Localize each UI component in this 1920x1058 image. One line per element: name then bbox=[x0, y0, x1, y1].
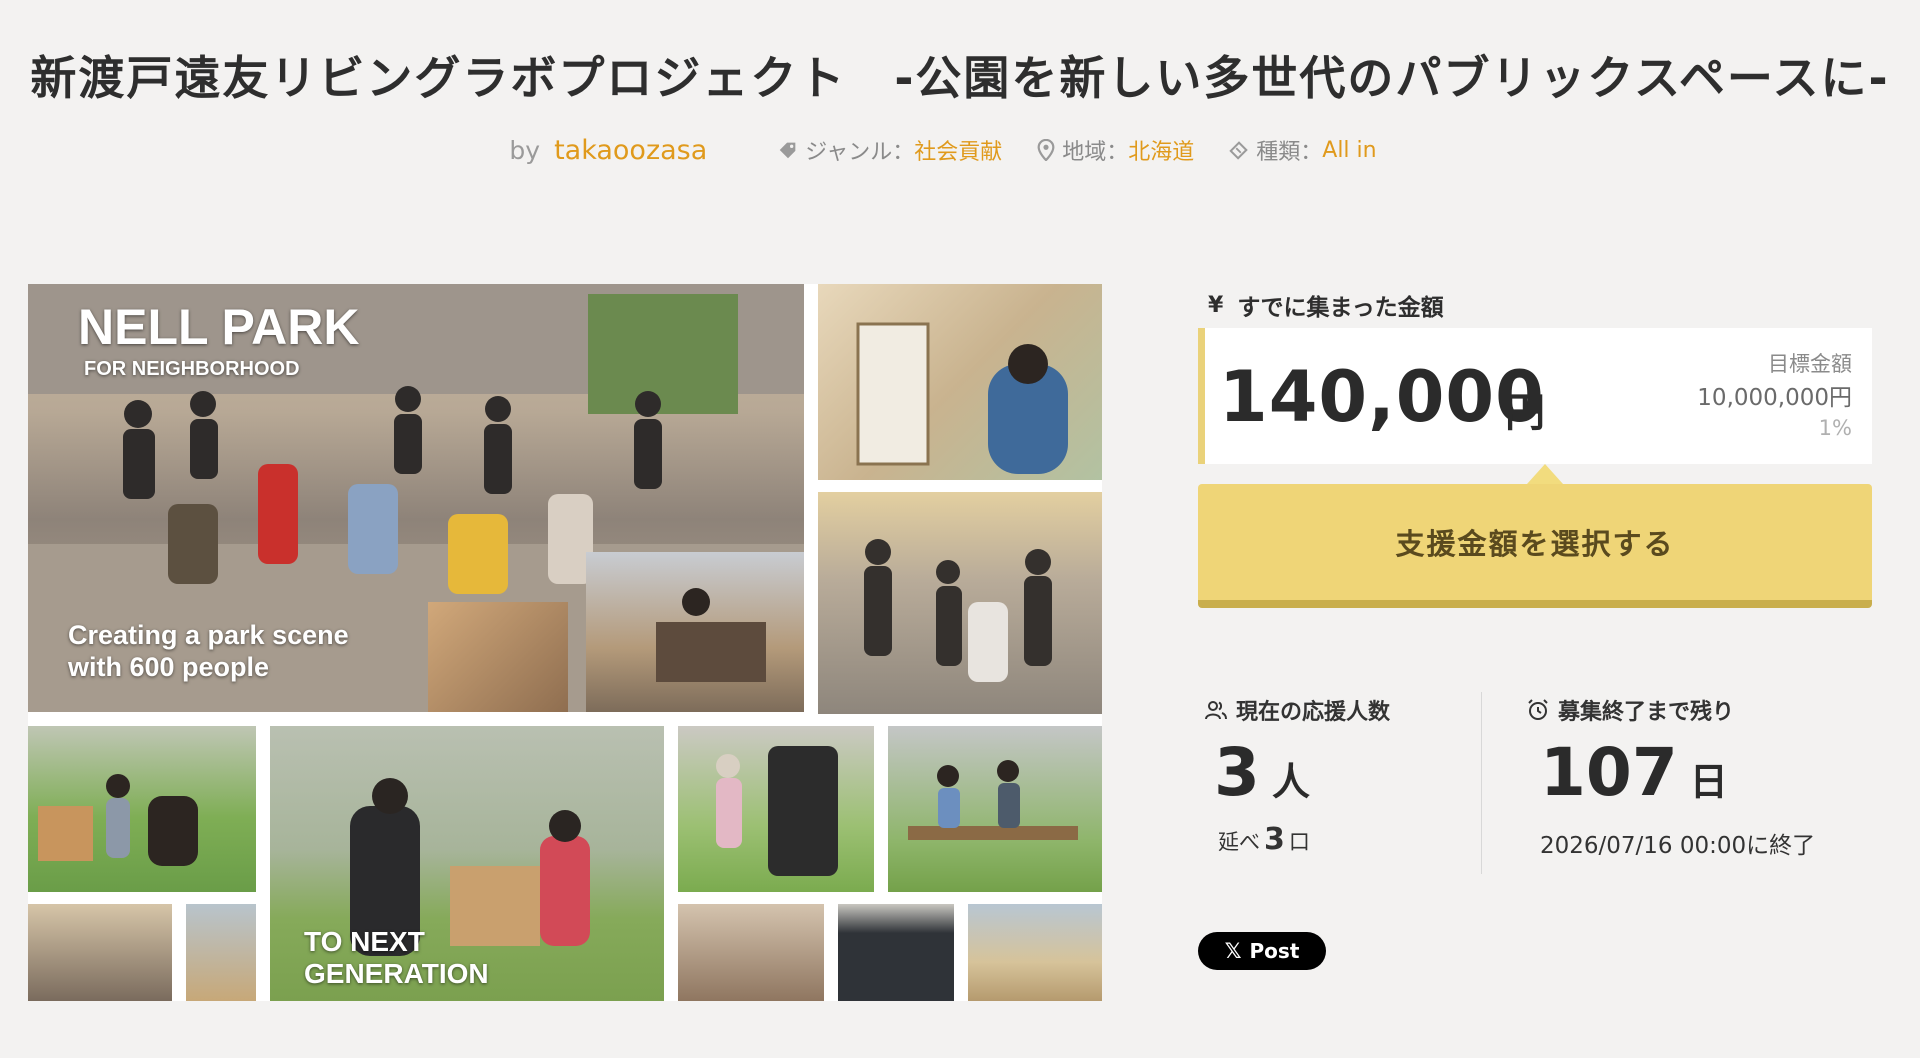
remaining-days-number: 107 bbox=[1540, 734, 1678, 811]
author-link[interactable]: takaoozasa bbox=[554, 135, 707, 166]
ticket-icon bbox=[1229, 141, 1249, 160]
goal-amount: 10,000,000円 bbox=[1697, 385, 1852, 411]
genre-value[interactable]: 社会貢献 bbox=[914, 134, 1002, 166]
caption-nell-park: NELL PARK bbox=[78, 299, 360, 355]
stats-divider bbox=[1481, 692, 1482, 874]
photo-stroller bbox=[28, 904, 172, 1001]
raised-amount: 140,000 bbox=[1219, 356, 1545, 438]
bench-illustration bbox=[908, 760, 1078, 840]
supporters-total: 延べ 3 口 bbox=[1218, 822, 1310, 857]
photo-wooden-blocks: TO NEXT GENERATION bbox=[270, 726, 664, 1001]
drum-illustration bbox=[716, 746, 838, 876]
photo-crafting-table bbox=[678, 904, 824, 1001]
region-label: 地域： bbox=[1062, 140, 1129, 165]
photo-chalk-drum bbox=[678, 726, 874, 892]
type-tag[interactable]: 種類： All in bbox=[1228, 134, 1377, 166]
tag-icon bbox=[780, 142, 796, 159]
raised-label: ¥ すでに集まった金額 bbox=[1208, 288, 1444, 322]
location-pin-icon bbox=[1037, 139, 1055, 161]
remaining-days-unit: 日 bbox=[1689, 760, 1728, 804]
caption-creating-line1: Creating a park scene bbox=[68, 620, 349, 650]
total-label: 延べ bbox=[1218, 830, 1260, 854]
end-date: 2026/07/16 00:00に終了 bbox=[1540, 833, 1816, 859]
supporters-number: 3 bbox=[1214, 734, 1260, 811]
caption-for-neighborhood: FOR NEIGHBORHOOD bbox=[84, 358, 300, 380]
project-title: 新渡戸遠友リビングラボプロジェクト -公園を新しい多世代のパブリックスペースに- bbox=[30, 51, 1890, 105]
caption-creating-line2: with 600 people bbox=[68, 652, 270, 682]
project-meta: by takaoozasa ジャンル： 社会貢献 地域： 北海道 種類： All… bbox=[0, 134, 1920, 166]
supporters-label-text: 現在の応援人数 bbox=[1236, 700, 1391, 725]
supporters-unit: 人 bbox=[1271, 760, 1310, 804]
region-tag[interactable]: 地域： 北海道 bbox=[1036, 134, 1194, 166]
supporters-label: 現在の応援人数 bbox=[1204, 694, 1390, 726]
photo-cityscape bbox=[186, 904, 256, 1001]
x-logo-icon: 𝕏 bbox=[1224, 939, 1242, 963]
alarm-clock-icon bbox=[1528, 699, 1548, 720]
supporters-count: 3人 bbox=[1214, 734, 1310, 811]
project-main-image[interactable]: NELL PARK FOR NEIGHBORHOOD Creating a pa… bbox=[28, 284, 1102, 1001]
photo-street-piano bbox=[586, 552, 804, 712]
total-count: 3 bbox=[1264, 822, 1285, 857]
genre-label: ジャンル： bbox=[805, 140, 915, 165]
post-label: Post bbox=[1249, 939, 1300, 963]
total-unit: 口 bbox=[1288, 830, 1310, 854]
type-value[interactable]: All in bbox=[1322, 138, 1376, 163]
photo-kids-on-grass bbox=[28, 726, 256, 892]
tent-illustration bbox=[864, 539, 1052, 682]
amount-box: 140,000 円 目標金額 10,000,000円 1% bbox=[1198, 328, 1872, 464]
raised-label-text: すでに集まった金額 bbox=[1237, 295, 1444, 321]
progress-percent: 1% bbox=[1818, 416, 1852, 440]
genre-tag[interactable]: ジャンル： 社会貢献 bbox=[777, 134, 1002, 166]
x-post-button[interactable]: 𝕏 Post bbox=[1198, 932, 1326, 970]
caption-to-next: TO NEXT bbox=[304, 926, 425, 957]
photo-tent-crowd bbox=[818, 492, 1102, 714]
kids-illustration bbox=[38, 774, 198, 866]
type-label: 種類： bbox=[1256, 140, 1323, 165]
photo-wooden-frame bbox=[968, 904, 1102, 1001]
region-value[interactable]: 北海道 bbox=[1128, 134, 1194, 166]
photo-chalkboard-sign bbox=[838, 904, 954, 1001]
by-label: by bbox=[509, 135, 541, 165]
photo-kids-bench bbox=[888, 726, 1102, 892]
remaining-days: 107 日 bbox=[1540, 734, 1728, 811]
remaining-label-text: 募集終了まで残り bbox=[1558, 700, 1735, 725]
raised-amount-unit: 円 bbox=[1505, 390, 1545, 436]
board-illustration bbox=[856, 322, 1068, 474]
piano-illustration bbox=[656, 588, 766, 682]
yen-icon: ¥ bbox=[1208, 292, 1224, 318]
select-support-amount-button[interactable]: 支援金額を選択する bbox=[1198, 484, 1872, 608]
people-icon bbox=[1205, 701, 1227, 720]
caption-generation: GENERATION bbox=[304, 958, 489, 989]
goal-label: 目標金額 bbox=[1768, 352, 1852, 376]
button-pointer bbox=[1527, 464, 1563, 484]
photo-bulletin-board bbox=[818, 284, 1102, 480]
remaining-label: 募集終了まで残り bbox=[1526, 694, 1734, 726]
photo-woodwork bbox=[428, 602, 568, 712]
